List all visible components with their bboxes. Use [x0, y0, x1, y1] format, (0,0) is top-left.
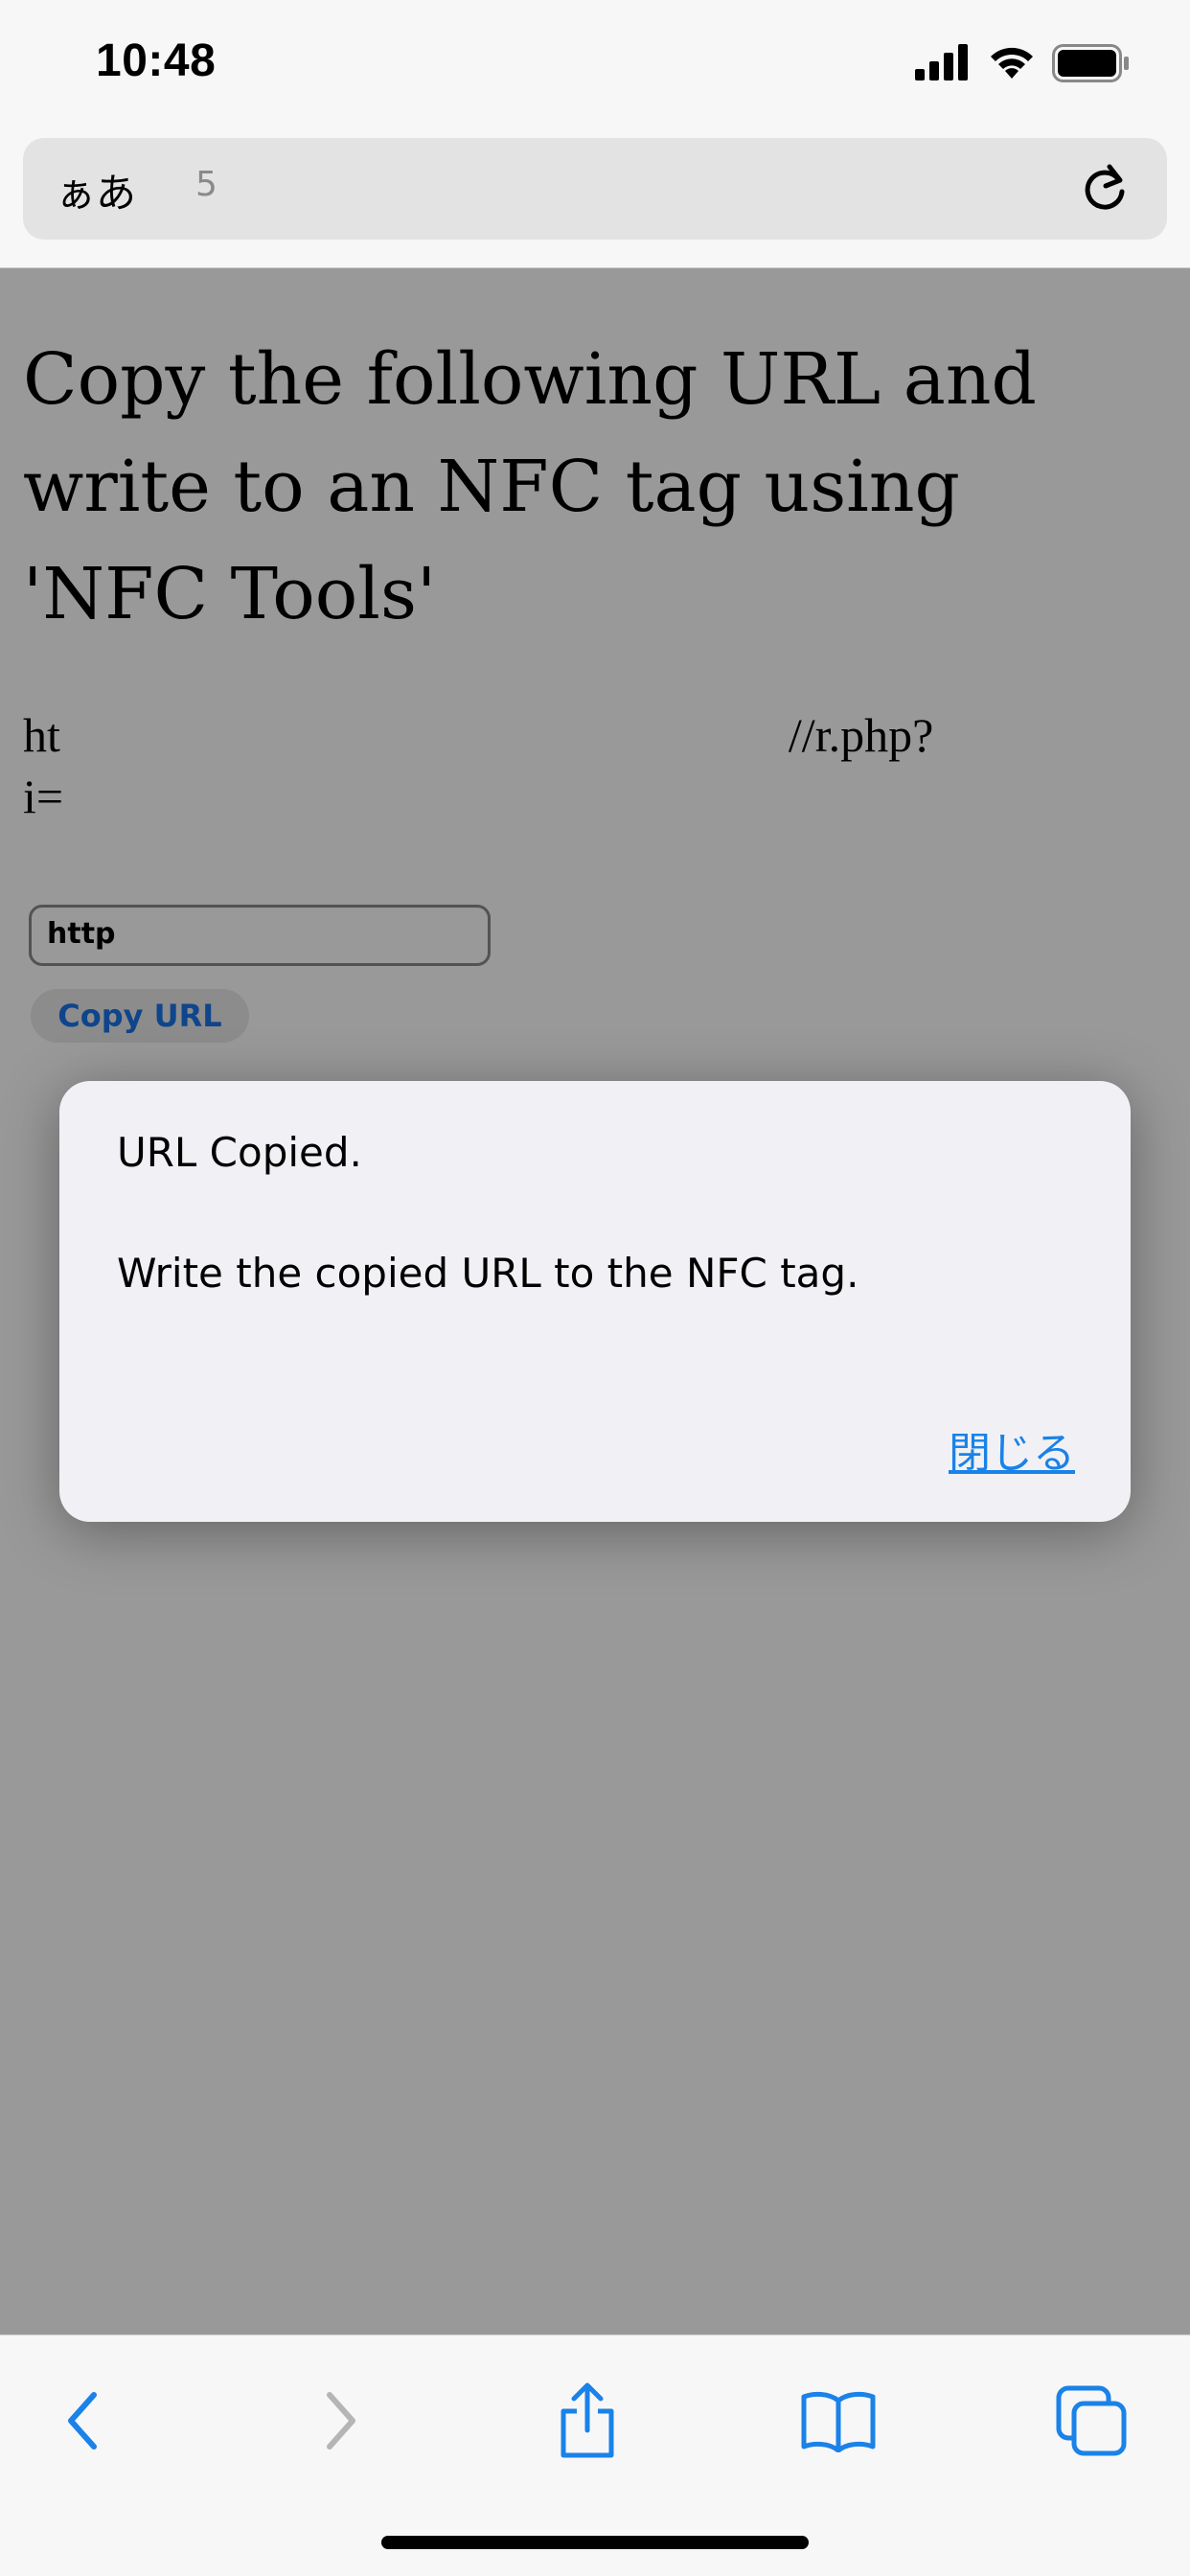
- reload-icon[interactable]: [1077, 161, 1133, 217]
- status-time: 10:48: [96, 35, 217, 86]
- wifi-icon: [991, 47, 1033, 79]
- bookmarks-button[interactable]: [795, 2378, 881, 2464]
- address-url[interactable]: 5: [195, 165, 217, 204]
- tabs-icon: [1056, 2385, 1127, 2456]
- alert-dialog: URL Copied. Write the copied URL to the …: [59, 1081, 1131, 1522]
- forward-button[interactable]: [297, 2378, 383, 2464]
- status-bar: 10:48: [0, 0, 1190, 134]
- back-button[interactable]: [40, 2378, 126, 2464]
- cellular-signal-icon: [915, 44, 968, 80]
- share-icon: [561, 2382, 614, 2458]
- forward-icon: [327, 2392, 355, 2450]
- tabs-button[interactable]: [1048, 2378, 1134, 2464]
- battery-icon: [1052, 44, 1129, 82]
- dialog-title: URL Copied.: [117, 1129, 362, 1176]
- back-icon: [68, 2392, 97, 2450]
- page-settings-button[interactable]: ぁあ: [56, 161, 136, 219]
- address-area: ぁあ 5: [0, 134, 1190, 268]
- bookmarks-icon: [801, 2391, 876, 2452]
- share-button[interactable]: [544, 2378, 630, 2464]
- dialog-close-button[interactable]: 閉じる: [949, 1418, 1075, 1480]
- dialog-message: Write the copied URL to the NFC tag.: [117, 1250, 859, 1297]
- home-indicator: [381, 2536, 809, 2549]
- address-bar[interactable]: ぁあ 5: [23, 138, 1167, 240]
